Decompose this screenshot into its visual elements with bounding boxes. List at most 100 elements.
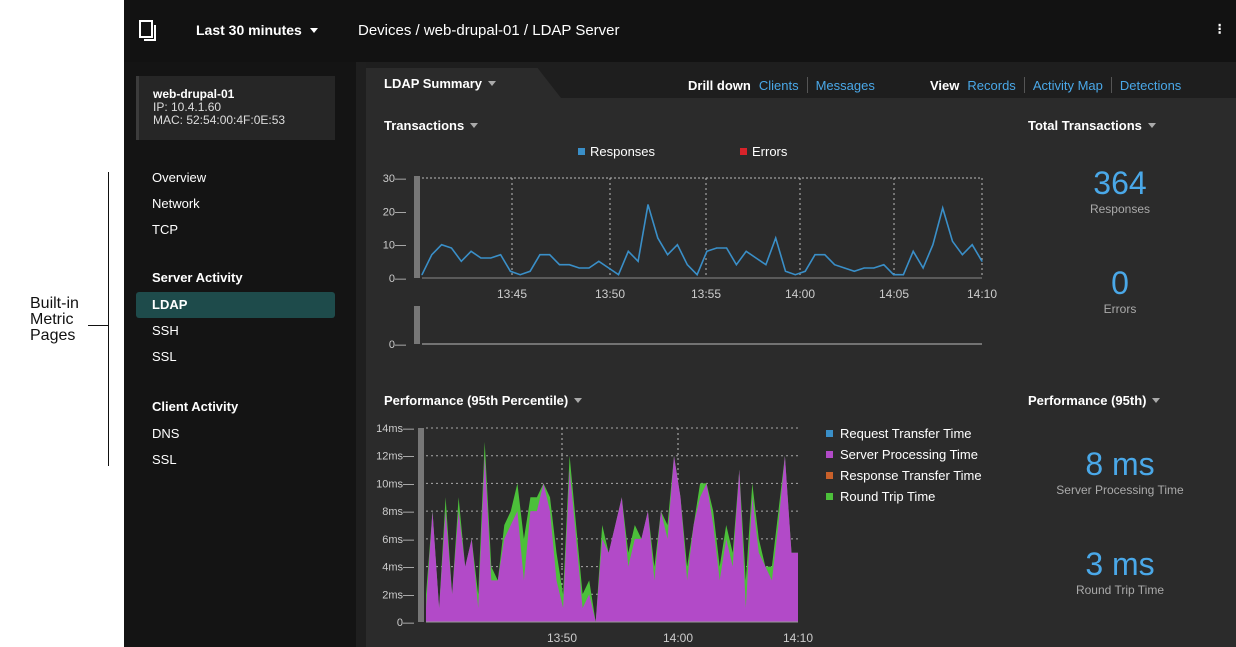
- sidebar-item-dns[interactable]: DNS: [136, 421, 335, 447]
- server-processing-legend-label: Server Processing Time: [840, 447, 978, 462]
- tab-ldap-summary[interactable]: LDAP Summary: [366, 68, 561, 98]
- responses-point: [509, 270, 511, 272]
- performance-95th-title[interactable]: Performance (95th): [1028, 393, 1161, 408]
- errors-legend-label: Errors: [752, 144, 788, 159]
- time-range-label: Last 30 minutes: [196, 22, 302, 38]
- round-trip-legend-swatch: [826, 493, 833, 500]
- y-tick-label: 20—: [383, 206, 406, 218]
- server-processing-label: Server Processing Time: [1056, 483, 1184, 497]
- responses-point: [519, 274, 521, 276]
- responses-point: [431, 254, 433, 256]
- x-tick-label: 14:00: [785, 287, 815, 301]
- responses-point: [824, 254, 826, 256]
- y-axis-bar: [418, 428, 424, 622]
- sidebar-item-client-ssl[interactable]: SSL: [136, 447, 335, 473]
- responses-point: [470, 250, 472, 252]
- x-tick-label: 14:10: [783, 631, 813, 645]
- device-card[interactable]: web-drupal-01 IP: 10.4.1.60 MAC: 52:54:0…: [136, 76, 335, 140]
- sidebar-item-network[interactable]: Network: [136, 191, 335, 217]
- request-transfer-legend-swatch: [826, 430, 833, 437]
- time-range-selector[interactable]: Last 30 minutes: [196, 22, 318, 38]
- x-tick-label: 13:45: [497, 287, 527, 301]
- x-tick-label: 13:50: [547, 631, 577, 645]
- responses-value: 364: [1093, 165, 1147, 201]
- responses-point: [942, 207, 944, 209]
- sidebar-item-server-ssl[interactable]: SSL: [136, 344, 335, 370]
- view-activity-map-link[interactable]: Activity Map: [1033, 78, 1103, 93]
- x-tick-label: 14:00: [663, 631, 693, 645]
- annotation-line: Metric: [30, 311, 74, 328]
- page-tab-bar: LDAP Summary Drill down Clients Messages…: [366, 62, 1236, 98]
- responses-point: [588, 267, 590, 269]
- y-axis-bar: [414, 176, 420, 278]
- server-processing-kpi[interactable]: 8 ms Server Processing Time: [1020, 447, 1220, 497]
- view-records-link[interactable]: Records: [967, 78, 1015, 93]
- round-trip-kpi[interactable]: 3 ms Round Trip Time: [1020, 547, 1220, 597]
- responses-point: [981, 260, 983, 262]
- x-tick-label: 14:05: [879, 287, 909, 301]
- transactions-chart[interactable]: Responses Errors 0— 10— 20— 30— 13:45 13:50 13:5…: [366, 138, 1006, 360]
- drill-clients-link[interactable]: Clients: [759, 78, 799, 93]
- server-processing-legend-swatch: [826, 451, 833, 458]
- view-detections-link[interactable]: Detections: [1120, 78, 1181, 93]
- responses-point: [608, 267, 610, 269]
- y-tick-label: 30—: [383, 173, 406, 185]
- responses-legend-swatch: [578, 148, 585, 155]
- responses-point: [647, 204, 649, 206]
- annotation-label: Built-in Metric Pages: [30, 296, 79, 344]
- responses-point: [932, 244, 934, 246]
- responses-point: [735, 264, 737, 266]
- view-label: View: [930, 77, 960, 93]
- sidebar-item-overview[interactable]: Overview: [136, 165, 335, 191]
- divider: [1023, 77, 1025, 93]
- responses-point: [598, 260, 600, 262]
- client-activity-nav: Client Activity DNS SSL: [136, 393, 335, 473]
- performance-chart[interactable]: 0— 2ms— 4ms— 6ms— 8ms— 10ms— 12ms— 14ms— 13:50 14…: [366, 412, 1006, 647]
- responses-point: [863, 267, 865, 269]
- responses-point: [912, 250, 914, 252]
- performance-title[interactable]: Performance (95th Percentile): [384, 393, 583, 408]
- responses-kpi[interactable]: 364 Responses: [1020, 166, 1220, 216]
- total-transactions-title[interactable]: Total Transactions: [1028, 118, 1156, 133]
- tab-label: LDAP Summary: [384, 76, 483, 91]
- drill-messages-link[interactable]: Messages: [816, 78, 875, 93]
- responses-point: [834, 264, 836, 266]
- chevron-down-icon: [574, 398, 583, 403]
- breadcrumb[interactable]: Devices / web-drupal-01 / LDAP Server: [358, 22, 620, 39]
- transactions-title[interactable]: Transactions: [384, 118, 479, 133]
- responses-point: [441, 244, 443, 246]
- responses-point: [558, 264, 561, 266]
- errors-kpi[interactable]: 0 Errors: [1020, 266, 1220, 316]
- sidebar-item-ldap[interactable]: LDAP: [136, 292, 335, 318]
- section-title-label: Performance (95th Percentile): [384, 393, 569, 408]
- responses-point: [696, 274, 698, 276]
- annotation-line: Pages: [30, 327, 76, 344]
- responses-point: [893, 274, 895, 276]
- device-icon[interactable]: [138, 20, 160, 42]
- sidebar-item-tcp[interactable]: TCP: [136, 217, 335, 243]
- y-tick-label: 14ms—: [376, 423, 414, 435]
- app-window: Last 30 minutes Devices / web-drupal-01 …: [124, 0, 1236, 647]
- responses-point: [676, 244, 678, 246]
- chevron-down-icon: [1152, 398, 1161, 403]
- responses-point: [460, 260, 462, 262]
- y-tick-label: 0—: [389, 273, 406, 285]
- y-tick-label: 12ms—: [376, 451, 414, 463]
- sidebar: web-drupal-01 IP: 10.4.1.60 MAC: 52:54:0…: [124, 62, 356, 647]
- server-processing-value: 8 ms: [1085, 446, 1155, 482]
- responses-point: [765, 264, 767, 266]
- responses-point: [794, 274, 796, 276]
- server-activity-header: Server Activity: [152, 270, 243, 285]
- y-tick-label: 2ms—: [382, 589, 414, 601]
- sidebar-item-ssh[interactable]: SSH: [136, 318, 335, 344]
- responses-point: [617, 274, 620, 276]
- drill-down-bar: Drill down Clients Messages: [688, 77, 875, 93]
- responses-point: [902, 274, 905, 276]
- more-menu-icon[interactable]: ⁝: [1217, 20, 1222, 38]
- x-tick-label: 13:55: [691, 287, 721, 301]
- responses-point: [922, 267, 924, 269]
- responses-point: [755, 257, 757, 259]
- responses-point: [883, 264, 885, 266]
- responses-point: [853, 270, 855, 272]
- responses-point: [961, 254, 964, 256]
